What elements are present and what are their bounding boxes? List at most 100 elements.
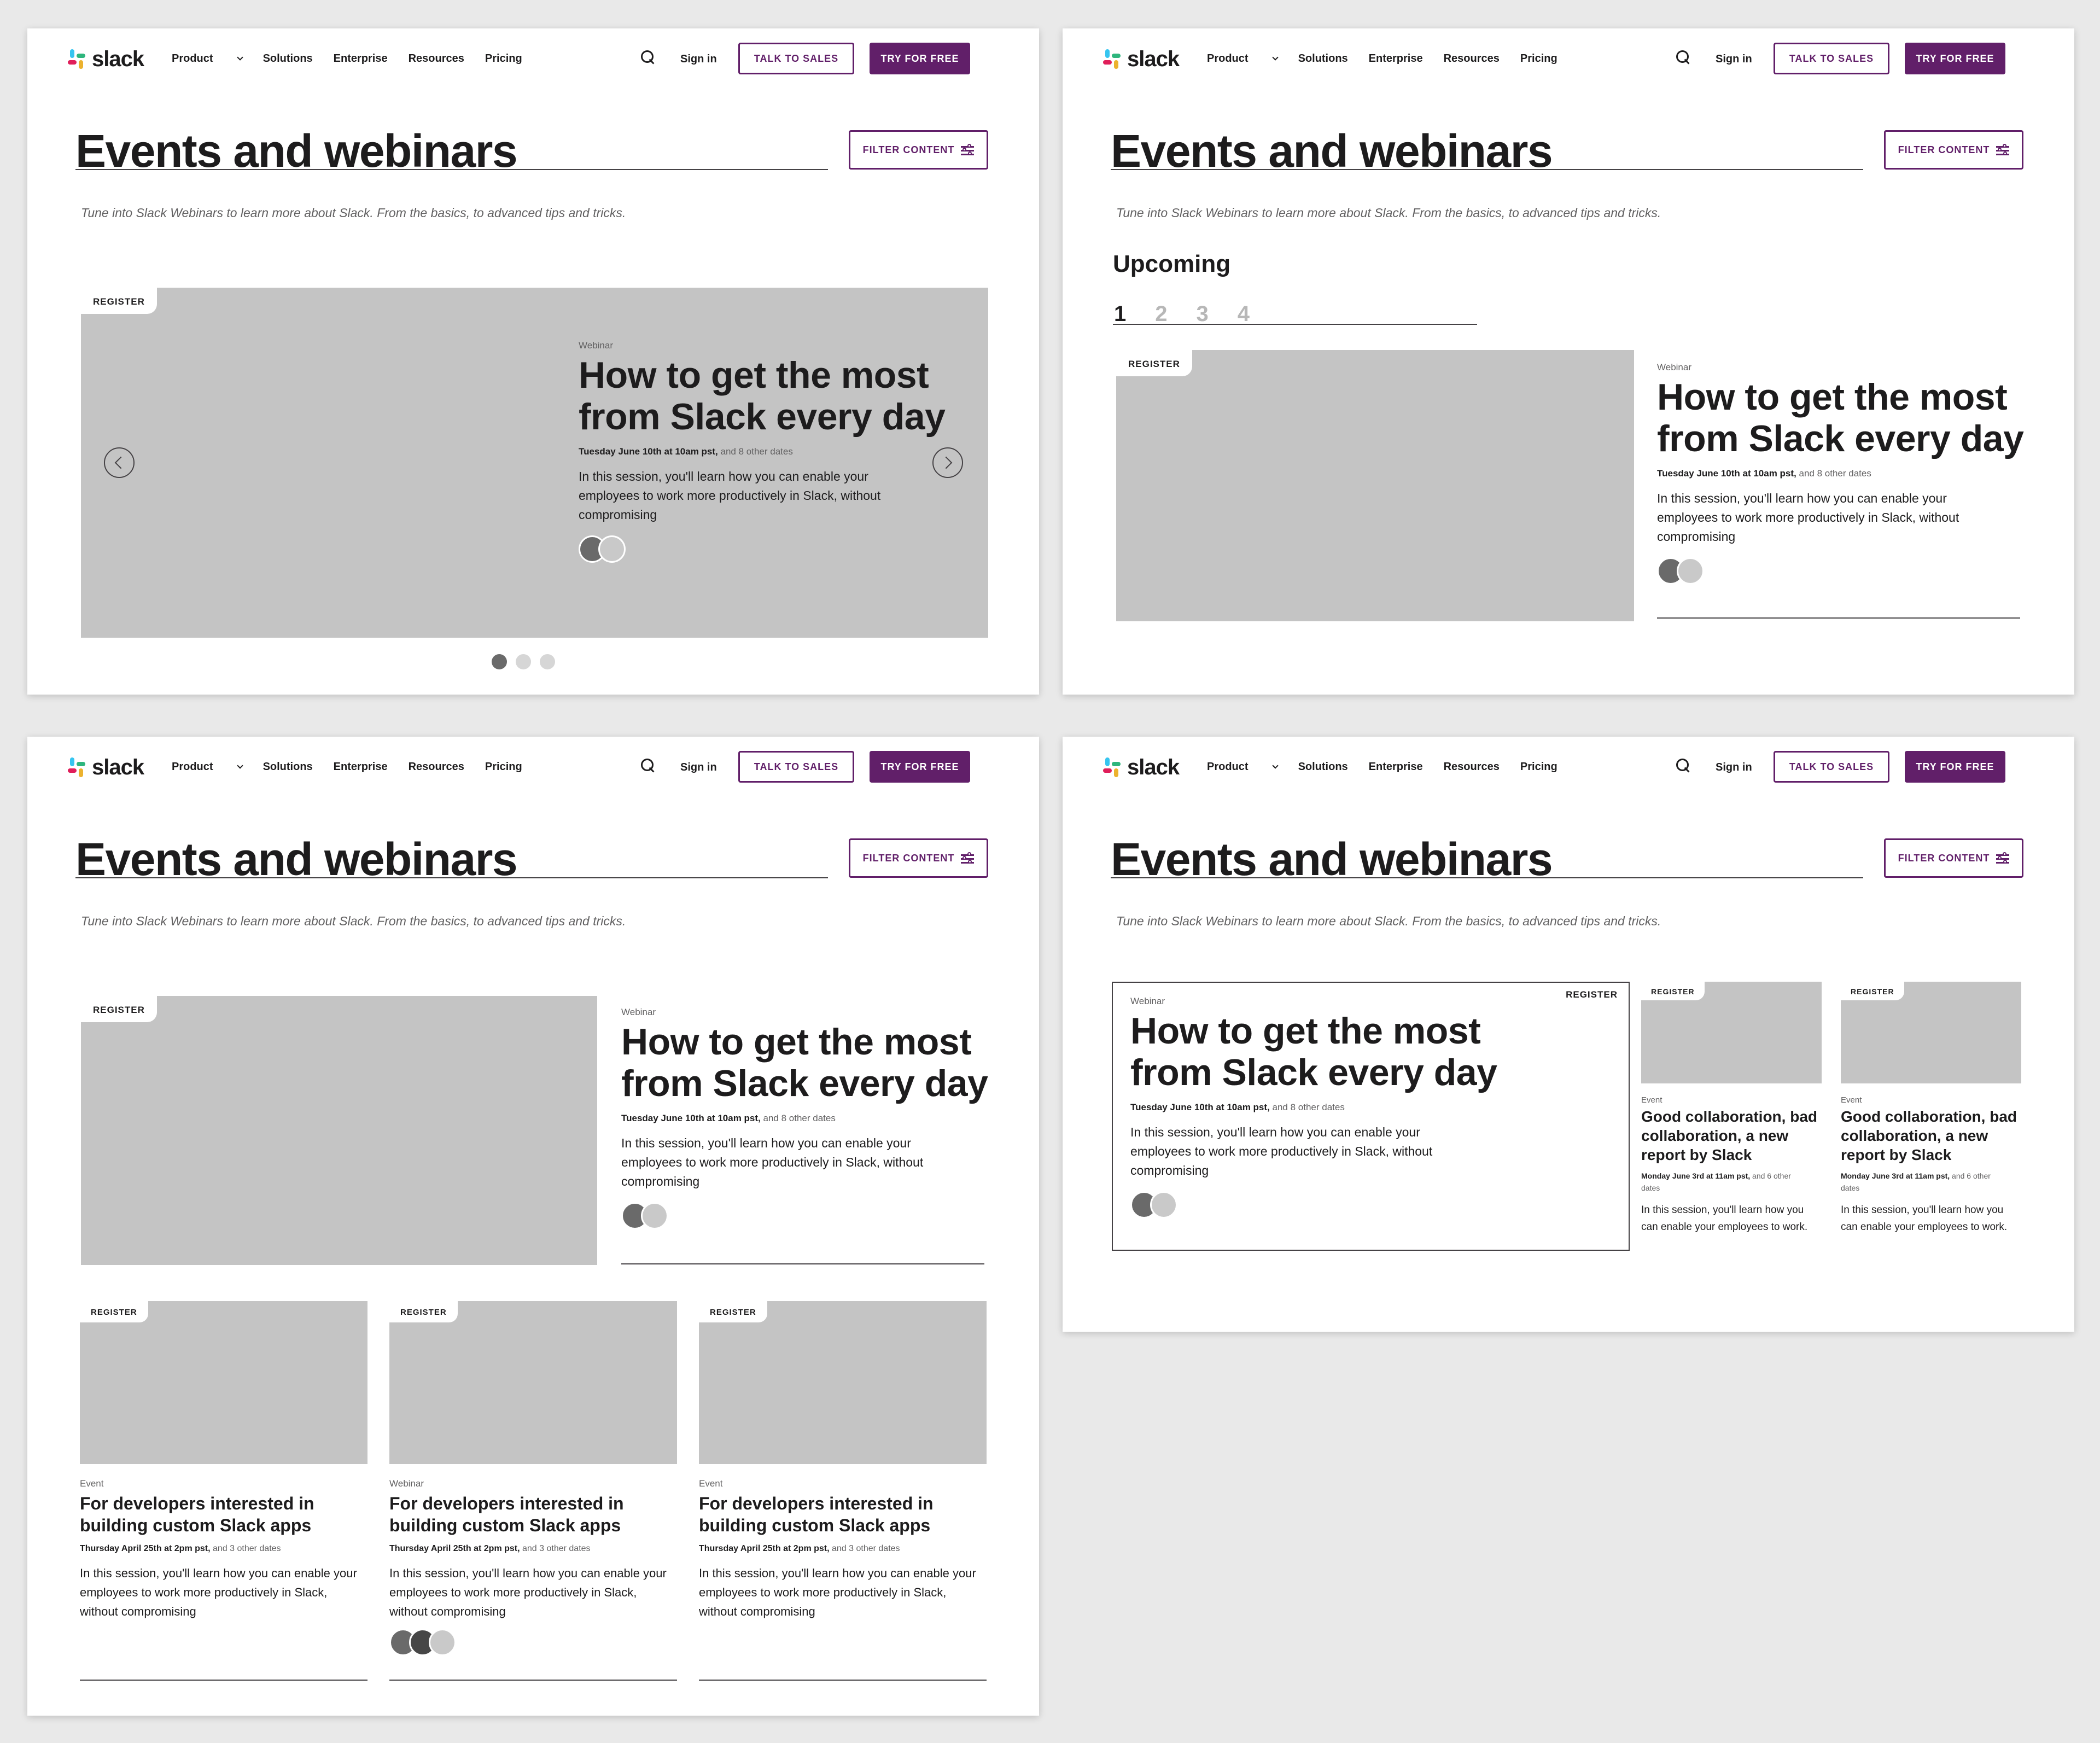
nav-product[interactable]: Product [1207, 761, 1279, 773]
pager-page-2[interactable]: 2 [1155, 302, 1167, 327]
top-nav: slack Product Solutions Enterprise Resou… [1063, 737, 2074, 796]
featured-card[interactable]: REGISTER Webinar How to get the most fro… [1112, 982, 1630, 1251]
sign-in-link[interactable]: Sign in [680, 761, 717, 774]
register-tag[interactable]: REGISTER [81, 288, 157, 314]
nav-product[interactable]: Product [1207, 53, 1279, 65]
event-card-description: In this session, you'll learn how you ca… [699, 1566, 976, 1618]
nav-resources[interactable]: Resources [409, 53, 464, 65]
event-card-date-more: and 3 other dates [829, 1544, 900, 1553]
try-for-free-button[interactable]: TRY FOR FREE [1905, 43, 2005, 74]
filter-content-button[interactable]: FILTER CONTENT [1884, 130, 2023, 170]
nav-enterprise[interactable]: Enterprise [334, 53, 388, 65]
event-card-title[interactable]: Good collaboration, bad collaboration, a… [1641, 1107, 1822, 1164]
register-tag[interactable]: REGISTER [80, 1301, 148, 1322]
event-card-title[interactable]: For developers interested in building cu… [80, 1493, 368, 1536]
register-tag[interactable]: REGISTER [1116, 350, 1192, 376]
slack-logo[interactable]: slack [67, 48, 144, 70]
top-nav: slack Product Solutions Enterprise Resou… [27, 737, 1039, 796]
nav-pricing[interactable]: Pricing [1520, 761, 1558, 773]
search-icon[interactable] [1676, 759, 1690, 773]
nav-enterprise[interactable]: Enterprise [1369, 761, 1423, 773]
nav-resources[interactable]: Resources [1444, 53, 1500, 65]
pager-page-1[interactable]: 1 [1114, 302, 1126, 327]
nav-pricing[interactable]: Pricing [485, 761, 522, 773]
featured-title[interactable]: How to get the most from Slack every day [621, 1021, 1010, 1104]
nav-pricing[interactable]: Pricing [1520, 53, 1558, 65]
register-tag[interactable]: REGISTER [699, 1301, 767, 1322]
event-card-image[interactable]: REGISTER [1841, 982, 2021, 1083]
filter-content-button[interactable]: FILTER CONTENT [849, 130, 988, 170]
filter-content-button[interactable]: FILTER CONTENT [849, 838, 988, 878]
featured-divider [1657, 617, 2020, 619]
event-card-title[interactable]: For developers interested in building cu… [699, 1493, 987, 1536]
prev-arrow-icon[interactable] [104, 447, 135, 478]
search-icon[interactable] [641, 759, 655, 773]
talk-to-sales-button[interactable]: TALK TO SALES [1774, 751, 1889, 783]
slack-logo[interactable]: slack [67, 756, 144, 778]
featured-dates: Tuesday June 10th at 10am pst, and 8 oth… [1130, 1102, 1513, 1113]
try-for-free-button[interactable]: TRY FOR FREE [1905, 751, 2005, 783]
nav-resources[interactable]: Resources [1444, 761, 1500, 773]
nav-product[interactable]: Product [172, 761, 243, 773]
carousel-dot-2[interactable] [516, 654, 531, 669]
register-tag[interactable]: REGISTER [1641, 982, 1705, 1000]
featured-title[interactable]: How to get the most from Slack every day [1657, 376, 2040, 459]
event-card-image[interactable]: REGISTER [1641, 982, 1822, 1083]
event-card-title[interactable]: For developers interested in building cu… [389, 1493, 677, 1536]
page-subtitle: Tune into Slack Webinars to learn more a… [81, 206, 626, 220]
nav-enterprise[interactable]: Enterprise [1369, 53, 1423, 65]
event-card-image[interactable]: REGISTER [389, 1301, 677, 1464]
featured-title[interactable]: How to get the most from Slack every day [1130, 1010, 1513, 1093]
nav-solutions[interactable]: Solutions [1298, 761, 1348, 773]
event-card-image[interactable]: REGISTER [80, 1301, 368, 1464]
logo-text: slack [1127, 47, 1180, 71]
sign-in-link[interactable]: Sign in [1716, 53, 1752, 66]
nav-solutions[interactable]: Solutions [263, 761, 313, 773]
search-icon[interactable] [641, 50, 655, 65]
top-nav: slack Product Solutions Enterprise Resou… [1063, 28, 2074, 88]
speaker-avatars [579, 535, 950, 563]
nav-enterprise[interactable]: Enterprise [334, 761, 388, 773]
event-image[interactable]: REGISTER [81, 996, 597, 1265]
nav-pricing[interactable]: Pricing [485, 53, 522, 65]
slack-logo-icon [1102, 49, 1122, 69]
speaker-avatars [621, 1202, 1010, 1229]
pager-page-3[interactable]: 3 [1197, 302, 1209, 327]
try-for-free-button[interactable]: TRY FOR FREE [870, 43, 970, 74]
nav-links: Product Solutions Enterprise Resources P… [1207, 53, 1578, 65]
event-image[interactable]: REGISTER [1116, 350, 1634, 621]
event-card-image[interactable]: REGISTER [699, 1301, 987, 1464]
carousel-dot-3[interactable] [540, 654, 555, 669]
search-icon[interactable] [1676, 50, 1690, 65]
event-card-title[interactable]: Good collaboration, bad collaboration, a… [1841, 1107, 2021, 1164]
talk-to-sales-button[interactable]: TALK TO SALES [738, 43, 854, 74]
nav-product[interactable]: Product [172, 53, 243, 65]
try-for-free-button[interactable]: TRY FOR FREE [870, 751, 970, 783]
register-tag[interactable]: REGISTER [389, 1301, 458, 1322]
register-tag[interactable]: REGISTER [81, 996, 157, 1022]
pager-page-4[interactable]: 4 [1238, 302, 1250, 327]
sign-in-link[interactable]: Sign in [1716, 761, 1752, 774]
nav-solutions[interactable]: Solutions [1298, 53, 1348, 65]
sign-in-link[interactable]: Sign in [680, 53, 717, 66]
talk-to-sales-button[interactable]: TALK TO SALES [738, 751, 854, 783]
slack-logo[interactable]: slack [1102, 47, 1180, 71]
nav-resources[interactable]: Resources [409, 761, 464, 773]
register-tag[interactable]: REGISTER [1566, 989, 1618, 1000]
talk-to-sales-button[interactable]: TALK TO SALES [1774, 43, 1889, 74]
next-arrow-icon[interactable] [932, 447, 963, 478]
featured-text: Webinar How to get the most from Slack e… [579, 340, 950, 563]
featured-title[interactable]: How to get the most from Slack every day [579, 354, 950, 438]
filter-content-button[interactable]: FILTER CONTENT [1884, 838, 2023, 878]
title-underline [1111, 877, 1863, 878]
card-divider [80, 1680, 368, 1681]
slack-logo[interactable]: slack [1102, 756, 1180, 778]
carousel-dot-1[interactable] [492, 654, 507, 669]
featured-text: Webinar How to get the most from Slack e… [1657, 362, 2040, 585]
event-card: REGISTER Webinar For developers interest… [389, 1301, 677, 1656]
nav-solutions[interactable]: Solutions [263, 53, 313, 65]
register-tag[interactable]: REGISTER [1841, 982, 1904, 1000]
featured-dates: Tuesday June 10th at 10am pst, and 8 oth… [1657, 468, 2040, 479]
featured-date-main: Tuesday June 10th at 10am pst, [579, 446, 718, 457]
event-kind: Event [1841, 1095, 1862, 1105]
